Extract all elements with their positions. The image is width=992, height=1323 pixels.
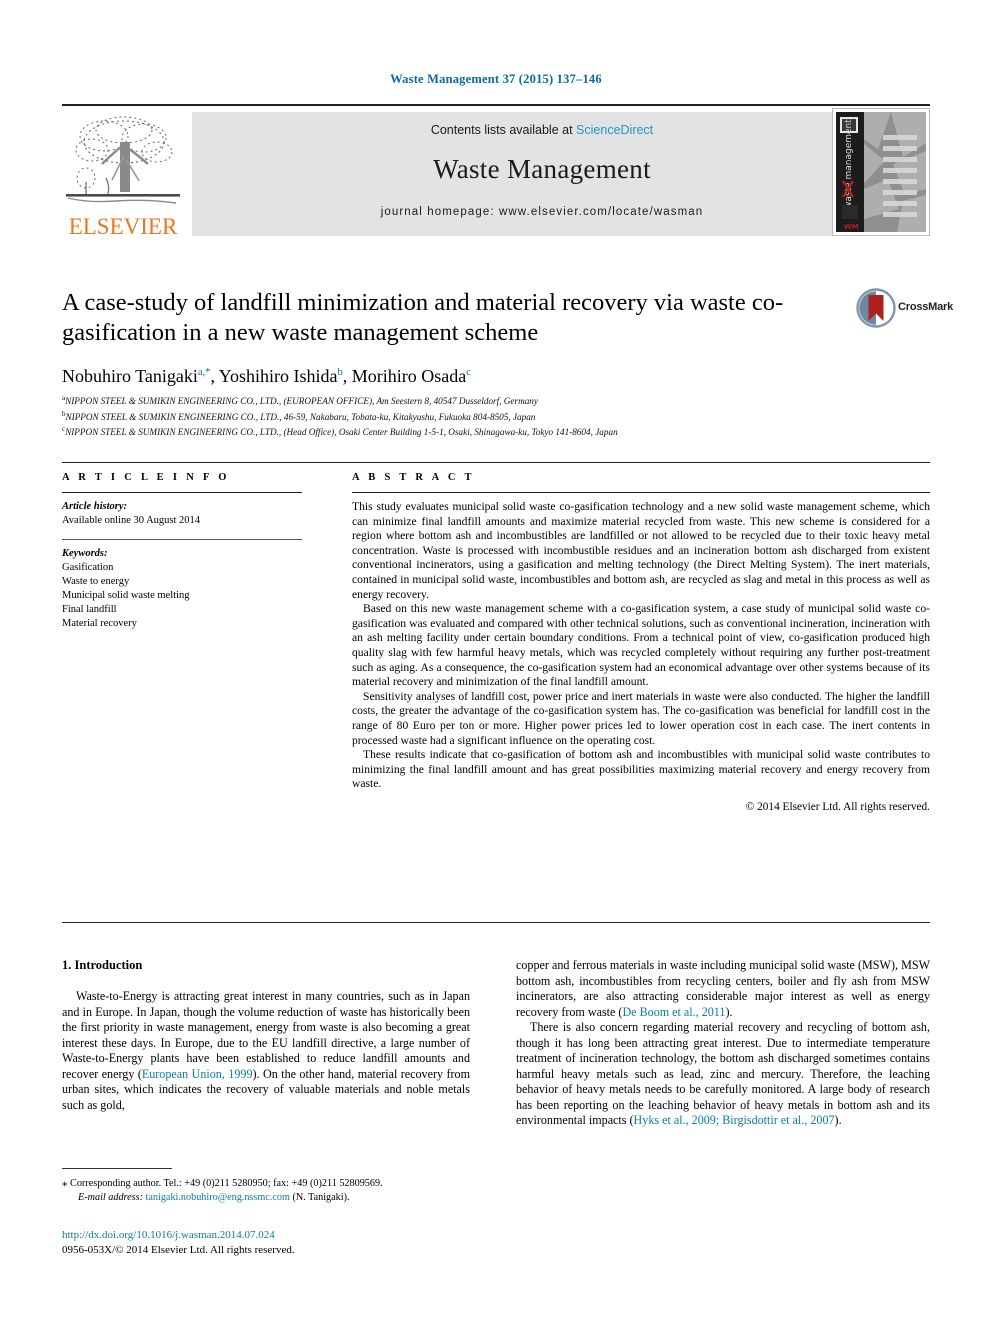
article-history-label: Article history: [62, 501, 128, 512]
author-marks-2: b [337, 367, 343, 378]
section-heading-introduction: 1. Introduction [62, 958, 143, 972]
corresponding-author-note: ⁎ Corresponding author. Tel.: +49 (0)211… [62, 1176, 472, 1191]
body-text: There is also concern regarding material… [516, 1020, 930, 1127]
body-paragraph: Waste-to-Energy is attracting great inte… [62, 989, 470, 1113]
affiliation-text-b: NIPPON STEEL & SUMIKIN ENGINEERING CO., … [65, 411, 536, 422]
keywords-rule [62, 539, 302, 540]
abstract-paragraph: Sensitivity analyses of landfill cost, p… [352, 689, 930, 747]
body-paragraph: There is also concern regarding material… [516, 1020, 930, 1129]
citation-link[interactable]: Hyks et al., 2009; Birgisdottir et al., … [634, 1113, 835, 1127]
citation-link[interactable]: European Union, 1999 [142, 1067, 253, 1081]
footnote-rule [62, 1168, 172, 1169]
keywords-label: Keywords: [62, 548, 108, 559]
cover-art: waste management WM [833, 109, 929, 235]
abstract-paragraph: Based on this new waste management schem… [352, 602, 930, 689]
body-paragraph: copper and ferrous materials in waste in… [516, 958, 930, 1020]
crossmark-label: CrossMark [898, 301, 954, 313]
sciencedirect-link[interactable]: ScienceDirect [576, 123, 653, 137]
footnote-block: ⁎ Corresponding author. Tel.: +49 (0)211… [62, 1176, 472, 1205]
author-marks-1: a,* [197, 367, 211, 378]
article-info-column: A R T I C L E I N F O Article history: A… [62, 472, 302, 631]
article-info-heading: A R T I C L E I N F O [62, 472, 230, 483]
email-link[interactable]: tanigaki.nobuhiro@eng.nssmc.com [146, 1192, 290, 1203]
email-label: E-mail address: [78, 1192, 143, 1203]
elsevier-tree-icon [66, 116, 180, 204]
crossmark-icon [856, 288, 896, 328]
citation-link[interactable]: De Boom et al., 2011 [622, 1005, 725, 1019]
abstract-paragraph: This study evaluates municipal solid was… [352, 500, 930, 601]
doi-link[interactable]: http://dx.doi.org/10.1016/j.wasman.2014.… [62, 1228, 482, 1243]
body-column-left: 1. Introduction Waste-to-Energy is attra… [62, 958, 470, 1113]
crossmark-badge[interactable]: CrossMark [856, 288, 953, 332]
abstract-column: A B S T R A C T This study evaluates mun… [352, 472, 930, 813]
abstract-rule [352, 492, 930, 493]
affiliation-b: bNIPPON STEEL & SUMIKIN ENGINEERING CO.,… [62, 408, 932, 424]
author-name-1: Nobuhiro Tanigaki [62, 366, 198, 386]
author-name-3: Morihiro Osada [351, 366, 467, 386]
author-list: Nobuhiro Tanigakia,*, Yoshihiro Ishidab,… [62, 366, 471, 386]
contents-available-line: Contents lists available at ScienceDirec… [192, 123, 892, 137]
abstract-paragraph: These results indicate that co-gasificat… [352, 748, 930, 791]
abstract-bottom-rule [62, 922, 930, 923]
elsevier-logo: ELSEVIER [62, 112, 184, 239]
elsevier-wordmark: ELSEVIER [68, 214, 178, 239]
author-marks-3: c [466, 367, 471, 378]
body-text: ). [834, 1113, 842, 1127]
issn-copyright-line: 0956-053X/© 2014 Elsevier Ltd. All right… [62, 1243, 295, 1256]
journal-title: Waste Management [433, 154, 651, 184]
abstract-top-rule [62, 462, 930, 463]
page-title: A case-study of landfill minimization an… [62, 289, 784, 346]
keyword-item: Material recovery [62, 618, 137, 629]
article-history-value: Available online 30 August 2014 [62, 515, 201, 526]
email-suffix: (N. Tanigaki). [292, 1192, 350, 1203]
doi-block: http://dx.doi.org/10.1016/j.wasman.2014.… [62, 1228, 482, 1257]
affiliation-text-c: NIPPON STEEL & SUMIKIN ENGINEERING CO., … [65, 427, 618, 438]
keyword-item: Final landfill [62, 604, 117, 615]
running-head: Waste Management 37 (2015) 137–146 [390, 72, 602, 86]
article-info-rule [62, 492, 302, 493]
abstract-heading: A B S T R A C T [352, 472, 475, 483]
cover-badge: WM [844, 223, 859, 231]
contents-prefix: Contents lists available at [430, 123, 573, 137]
author-name-2: Yoshihiro Ishida [218, 366, 338, 386]
masthead-band: Contents lists available at ScienceDirec… [192, 112, 892, 236]
keyword-item: Municipal solid waste melting [62, 590, 190, 601]
paper-page: Waste Management 37 (2015) 137–146 ELSEV… [0, 0, 992, 1323]
corresponding-author-text: Corresponding author. Tel.: +49 (0)211 5… [70, 1178, 383, 1189]
affiliation-list: aNIPPON STEEL & SUMIKIN ENGINEERING CO.,… [62, 392, 932, 439]
affiliation-c: cNIPPON STEEL & SUMIKIN ENGINEERING CO.,… [62, 423, 932, 439]
journal-homepage[interactable]: journal homepage: www.elsevier.com/locat… [192, 206, 892, 218]
affiliation-a: aNIPPON STEEL & SUMIKIN ENGINEERING CO.,… [62, 392, 932, 408]
affiliation-text-a: NIPPON STEEL & SUMIKIN ENGINEERING CO., … [65, 396, 538, 407]
body-text: ). [725, 1004, 733, 1019]
journal-masthead: ELSEVIER Contents lists available at Sci… [62, 104, 930, 239]
journal-cover-thumbnail: waste management WM [832, 108, 930, 236]
footnote-asterisk-icon: ⁎ [62, 1177, 68, 1189]
email-note: E-mail address: tanigaki.nobuhiro@eng.ns… [62, 1191, 472, 1205]
keyword-item: Waste to energy [62, 576, 130, 587]
abstract-copyright: © 2014 Elsevier Ltd. All rights reserved… [745, 800, 930, 813]
keyword-item: Gasification [62, 562, 114, 573]
body-column-right: copper and ferrous materials in waste in… [516, 958, 930, 1129]
